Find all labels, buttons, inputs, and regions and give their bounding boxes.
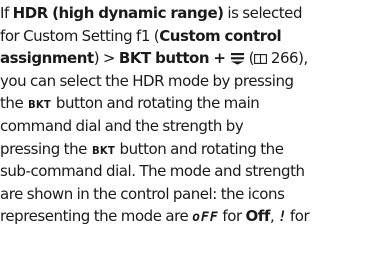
hdr-mode-icon: ! (278, 209, 287, 226)
text-line-5: the BKT button and rotating the main (0, 92, 385, 115)
assignment-word: assignment (0, 49, 94, 68)
custom-control-setting: Custom control (159, 26, 282, 45)
text-line-9: are shown in the control panel: the icon… (0, 184, 285, 203)
text-line-7: pressing the BKT button and rotating the (0, 138, 385, 161)
bkt-button-label: BKT (91, 143, 115, 157)
manual-paragraph: If HDR (high dynamic range) is selected … (0, 2, 385, 228)
bkt-button-label: BKT (28, 98, 52, 112)
off-option: Off (245, 207, 270, 226)
bkt-button-option: BKT button + (118, 49, 230, 68)
book-reference-icon (254, 54, 267, 65)
text-line-1: If HDR (high dynamic range) is selected (0, 4, 303, 22)
text-line-10: representing the mode are oFF for Off, !… (0, 205, 385, 228)
hdr-option: HDR (high dynamic range) (12, 4, 224, 22)
text-line-3: assignment) > BKT button + ( 266), (0, 49, 308, 68)
bracket-icon (230, 53, 244, 65)
text-line-2: for Custom Setting f1 (Custom control (0, 26, 282, 45)
hdr-off-icon: oFF (192, 210, 219, 226)
text-line-4: you can select the HDR mode by pressing (0, 71, 294, 90)
text-line-8: sub-command dial. The mode and strength (0, 162, 305, 181)
text-line-6: command dial and the strength by (0, 116, 244, 135)
